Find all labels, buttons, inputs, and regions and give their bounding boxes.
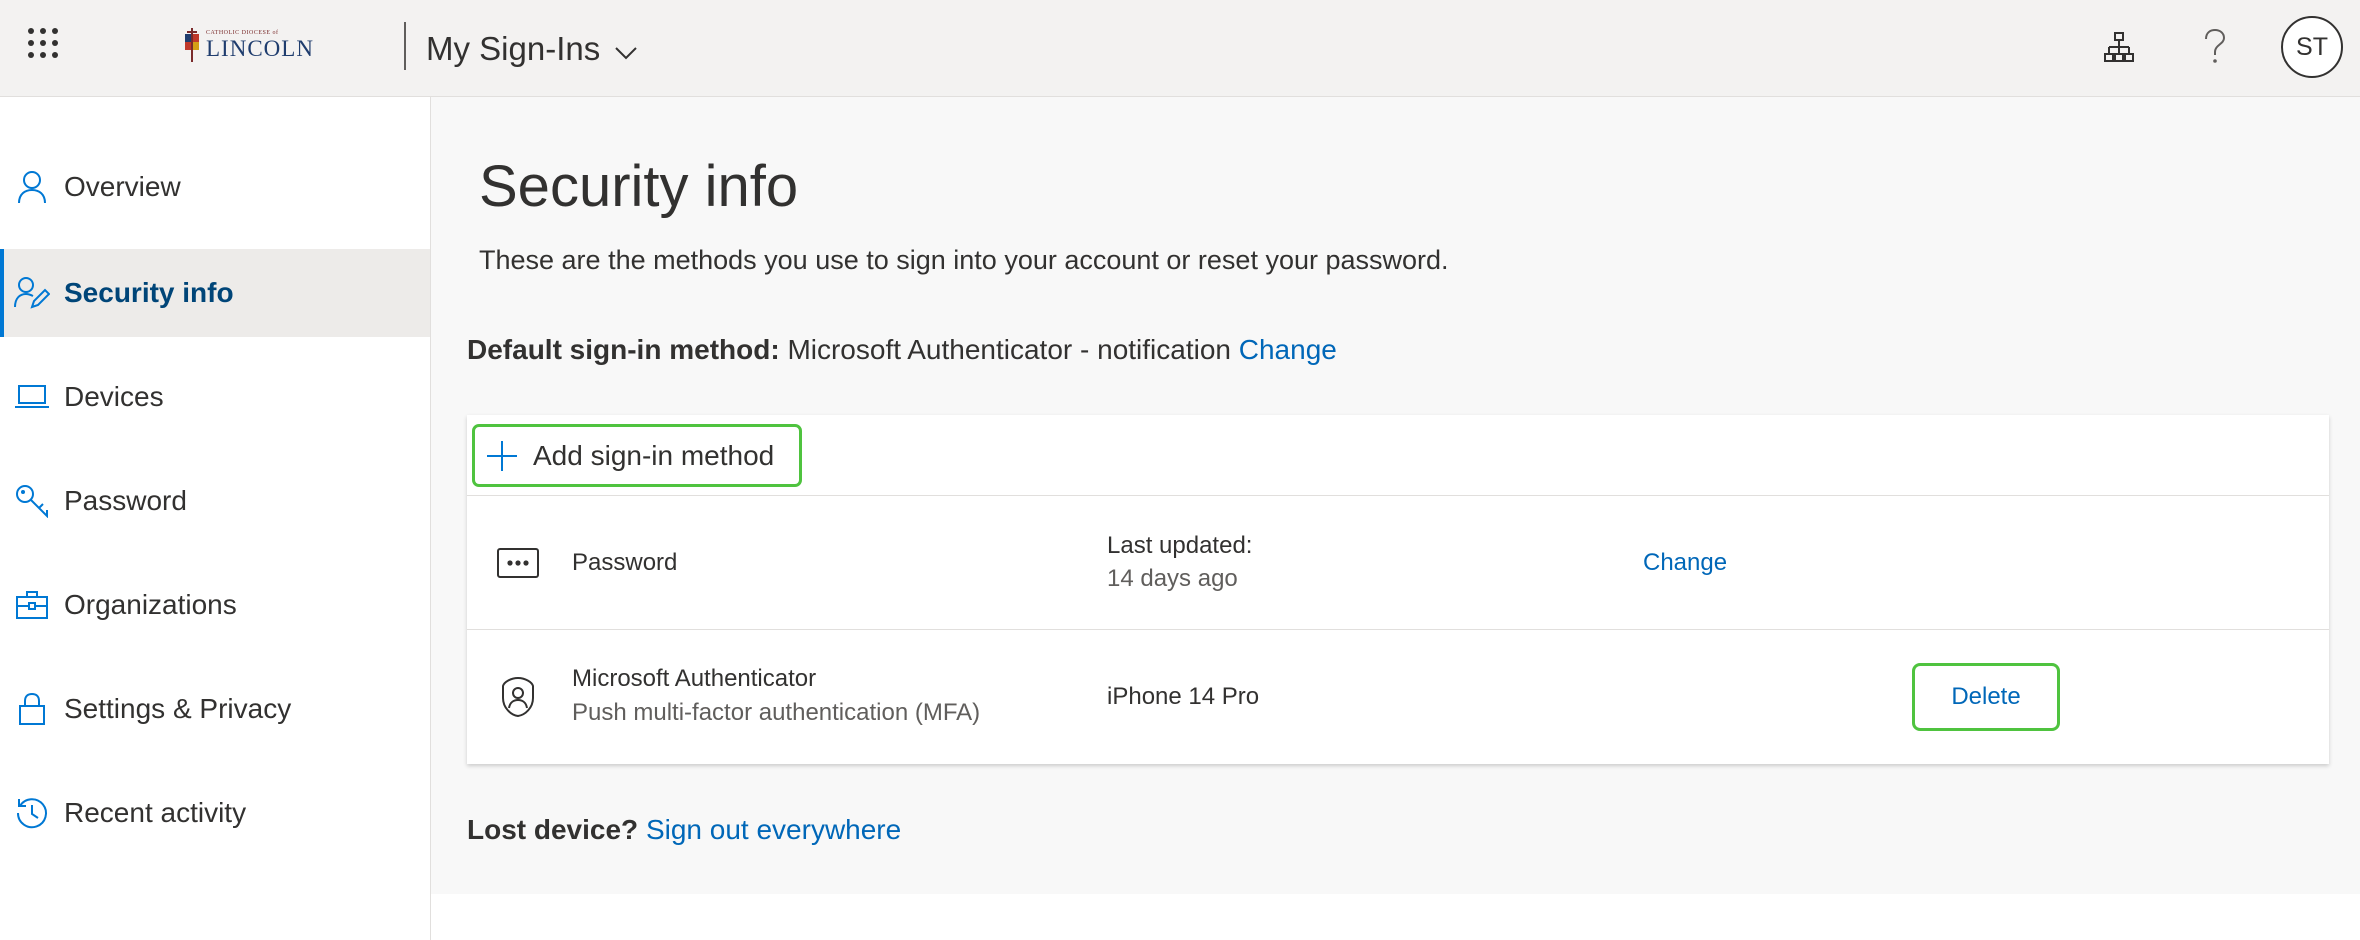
sidebar-item-label: Security info [64,277,234,308]
sign-in-methods-card: Add sign-in method Password Last updated… [467,415,2329,764]
change-default-method-link[interactable]: Change [1239,334,1337,365]
app-title: My Sign-Ins [426,30,601,67]
sign-out-everywhere-link[interactable]: Sign out everywhere [646,814,901,845]
sidebar-item-security-info[interactable]: Security info [0,249,430,337]
sidebar-item-organizations[interactable]: Organizations [0,561,430,649]
default-sign-in-method: Default sign-in method: Microsoft Authen… [467,334,1337,366]
history-icon [14,795,50,831]
briefcase-icon [14,587,50,623]
sidebar-item-label: Password [64,485,187,516]
method-device: iPhone 14 Pro [1107,683,1260,710]
sidebar-item-password[interactable]: Password [0,457,430,545]
key-icon [14,483,50,519]
delete-authenticator-button[interactable]: Delete [1912,663,2060,731]
laptop-icon [14,379,50,415]
method-row-authenticator: Microsoft Authenticator Push multi-facto… [467,629,2329,763]
sidebar-item-settings-privacy[interactable]: Settings & Privacy [0,665,430,753]
sidebar-item-label: Recent activity [64,797,247,828]
app-switcher-dropdown[interactable]: My Sign-Ins [426,30,638,68]
plus-icon [487,440,517,471]
delete-button-label: Delete [1951,683,2021,710]
logo-main-text: LINCOLN [206,36,314,61]
sidebar-item-label: Organizations [64,589,237,620]
change-password-link[interactable]: Change [1643,549,1727,577]
main-content: Security info These are the methods you … [431,97,2360,894]
method-subtitle: Push multi-factor authentication (MFA) [572,699,981,726]
page-title: Security info [479,154,799,219]
sidebar-item-recent-activity[interactable]: Recent activity [0,769,430,857]
lost-device-label: Lost device? [467,814,639,845]
add-sign-in-method-label: Add sign-in method [533,439,775,471]
header-divider [404,22,406,70]
waffle-icon[interactable] [28,28,64,64]
page-description: These are the methods you use to sign in… [479,245,1449,275]
lock-icon [14,691,50,727]
method-name: Microsoft Authenticator [572,665,817,692]
sidebar-item-label: Settings & Privacy [64,693,292,724]
avatar[interactable]: ST [2281,16,2343,78]
avatar-initials: ST [2296,32,2328,61]
authenticator-icon [495,674,541,720]
sidebar-item-devices[interactable]: Devices [0,353,430,441]
method-name: Password [572,549,678,576]
diocese-crest-icon [185,28,199,62]
sidebar-item-label: Overview [64,171,181,202]
organization-logo[interactable]: CATHOLIC DIOCESE of LINCOLN [176,26,313,66]
method-detail-value: 14 days ago [1107,565,1238,592]
person-icon [14,169,50,205]
sidebar-item-overview[interactable]: Overview [0,143,430,231]
sidebar-item-label: Devices [64,381,164,412]
lost-device-section: Lost device? Sign out everywhere [467,814,901,846]
help-icon[interactable] [2192,24,2238,70]
top-bar: CATHOLIC DIOCESE of LINCOLN My Sign-Ins … [0,0,2360,97]
default-method-value: Microsoft Authenticator - notification [787,334,1231,365]
chevron-down-icon [615,47,637,60]
password-dots-icon [495,540,541,586]
method-detail-label: Last updated: [1107,532,1253,559]
method-row-password: Password Last updated: 14 days ago Chang… [467,495,2329,629]
person-edit-icon [14,275,50,311]
default-method-label: Default sign-in method: [467,334,780,365]
org-chart-icon[interactable] [2096,24,2142,70]
sidebar: Overview Security info Devices Password … [0,97,431,940]
add-sign-in-method-button[interactable]: Add sign-in method [472,424,802,487]
